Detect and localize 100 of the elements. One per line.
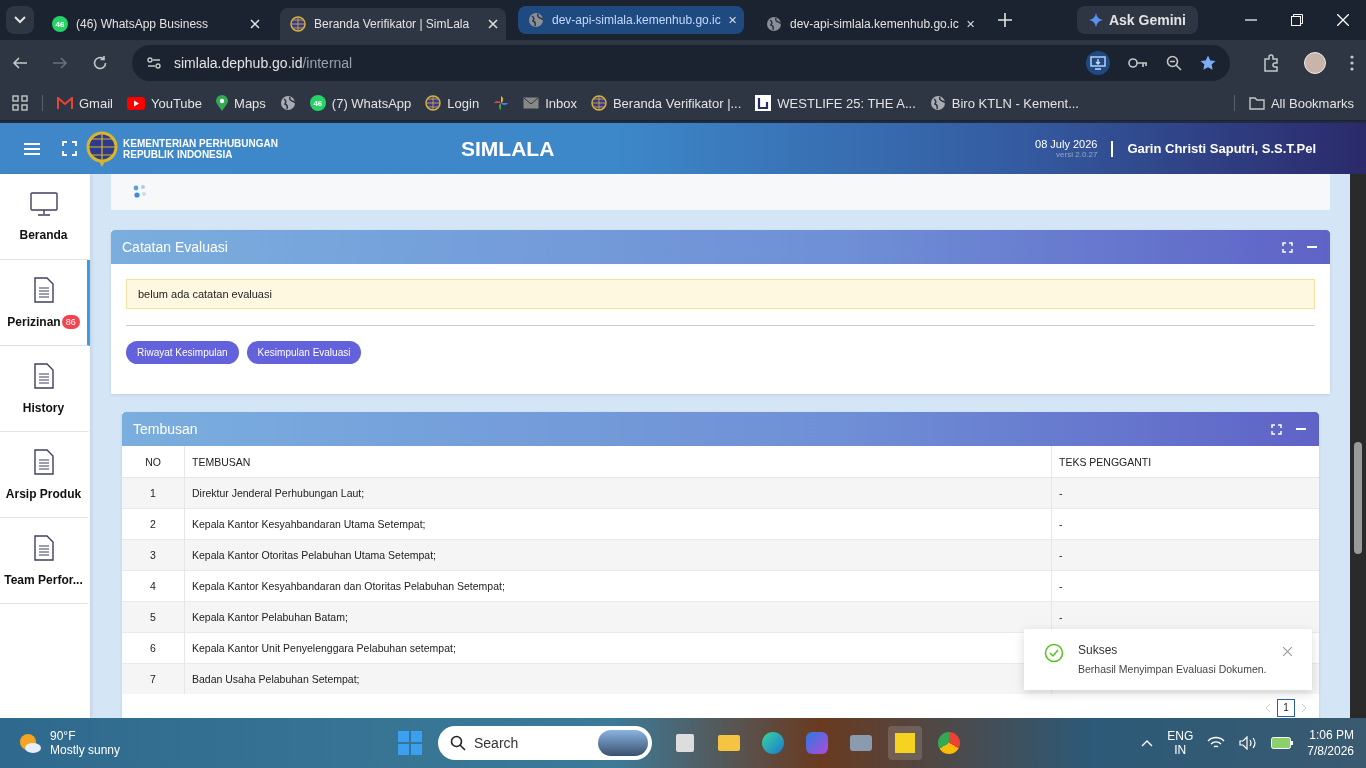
landscape-picture: [598, 730, 648, 756]
fullscreen-icon[interactable]: [1271, 423, 1282, 435]
apps-grid-icon[interactable]: [12, 95, 28, 111]
forward-icon[interactable]: [52, 55, 68, 71]
card-title: Tembusan: [133, 421, 199, 437]
all-bookmarks-button[interactable]: All Bookmarks: [1248, 95, 1354, 111]
start-icon[interactable]: [398, 731, 422, 755]
table-cell: 5: [122, 601, 185, 633]
toast-message: Berhasil Menyimpan Evaluasi Dokumen.: [1078, 663, 1268, 675]
bookmark[interactable]: Maps: [216, 95, 266, 111]
sidebar-label: Beranda: [19, 227, 68, 242]
bookmark[interactable]: Gmail: [57, 95, 113, 111]
table-cell: 7: [122, 663, 185, 694]
clock-time[interactable]: 1:06 PM: [1309, 728, 1354, 742]
zoom-icon[interactable]: [1166, 55, 1182, 71]
sun-cloud-icon: [18, 732, 42, 754]
wifi-icon[interactable]: [1207, 736, 1226, 750]
minimize-icon[interactable]: [1307, 245, 1317, 249]
sidebar-item[interactable]: Arsip Produk: [0, 432, 90, 518]
sparkle-icon: [1088, 13, 1103, 27]
table-cell: -: [1059, 549, 1063, 561]
table-cell: -: [1059, 611, 1063, 623]
bookmark[interactable]: 46 (7) WhatsApp: [309, 95, 412, 111]
action-button[interactable]: Riwayat Kesimpulan: [126, 341, 239, 364]
table-cell: -: [1059, 487, 1063, 499]
language-code[interactable]: ENG: [1167, 729, 1194, 743]
user-name[interactable]: Garin Christi Saputri, S.S.T.Pel: [1127, 141, 1316, 156]
browser-tab[interactable]: Beranda Verifikator | SimLala: [280, 8, 506, 40]
clock-date[interactable]: 7/8/2026: [1307, 744, 1354, 758]
table-cell: 4: [122, 570, 185, 602]
new-tab-icon[interactable]: [998, 13, 1012, 27]
map-pin-icon: [216, 95, 229, 111]
star-icon[interactable]: [1200, 55, 1216, 71]
speaker-icon[interactable]: [1239, 736, 1258, 750]
fullscreen-icon[interactable]: [1282, 241, 1293, 253]
ministry-name: KEMENTERIAN PERHUBUNGAN: [123, 137, 279, 149]
sidebar-item[interactable]: Perizinan 86: [0, 260, 90, 346]
version-text: versi 2.0.27: [1056, 150, 1098, 159]
globe-icon: [279, 95, 296, 111]
table-cell: 2: [122, 508, 185, 540]
table-cell: Direktur Jenderal Perhubungan Laut;: [184, 477, 1052, 509]
reload-icon[interactable]: [92, 55, 108, 71]
address-bar[interactable]: simlala.dephub.go.id/internal: [132, 45, 1230, 81]
logo-icon: [755, 95, 772, 111]
bookmark[interactable]: WESTLIFE 25: THE A...: [755, 95, 916, 111]
back-icon[interactable]: [12, 55, 28, 71]
bookmark[interactable]: [493, 95, 510, 111]
puzzle-icon[interactable]: [1262, 54, 1280, 72]
menu-icon[interactable]: [1350, 55, 1354, 71]
scrollbar[interactable]: [1350, 174, 1366, 718]
taskbar-search-field[interactable]: Search: [438, 726, 652, 760]
minimize-icon[interactable]: [1296, 427, 1306, 431]
sidebar-item[interactable]: Team Perfor...: [0, 518, 90, 604]
table-cell: Kepala Kantor Otoritas Pelabuhan Utama Setempat;: [184, 539, 1052, 571]
browser-tab[interactable]: 46 (46) WhatsApp Business: [42, 8, 268, 40]
column-header: TEMBUSAN: [184, 446, 1052, 478]
tab-search-button[interactable]: [6, 6, 34, 34]
sidebar-label: Arsip Produk: [5, 486, 82, 501]
table-cell: -: [1059, 580, 1063, 592]
empty-notes-message: belum ada catatan evaluasi: [126, 279, 1315, 309]
globe-emblem-icon: [290, 16, 306, 32]
browser-tab[interactable]: dev-api-simlala.kemenhub.go.ic: [518, 6, 744, 34]
restore-icon[interactable]: [1291, 14, 1303, 26]
toast-title: Sukses: [1078, 643, 1119, 657]
sidebar-item[interactable]: Beranda: [0, 174, 90, 260]
globe-emblem-icon: [425, 95, 442, 111]
document-icon: [33, 276, 54, 303]
envelope-icon: [57, 97, 73, 109]
bookmark[interactable]: Inbox: [523, 95, 577, 111]
region-code[interactable]: IN: [1174, 743, 1187, 757]
install-app-icon[interactable]: [1086, 51, 1110, 75]
sticky-note-icon[interactable]: [888, 726, 922, 760]
whatsapp-icon: 46: [52, 16, 68, 32]
table-cell: 3: [122, 539, 185, 571]
document-icon: [33, 534, 54, 561]
pinwheel-icon: [493, 95, 510, 111]
menu-icon[interactable]: [24, 141, 40, 156]
action-button[interactable]: Kesimpulan Evaluasi: [246, 341, 362, 364]
key-icon[interactable]: [1128, 57, 1148, 69]
fullscreen-icon[interactable]: [62, 141, 77, 156]
ask-gemini-button[interactable]: Ask Gemini: [1076, 6, 1198, 34]
chevron-up-icon[interactable]: [1141, 739, 1154, 747]
column-header: NO: [122, 446, 185, 478]
globe-emblem-icon: [590, 95, 607, 111]
bookmark[interactable]: Biro KTLN - Kement...: [929, 95, 1079, 111]
page-button[interactable]: 1: [1277, 699, 1295, 717]
loading-spinner-icon: [133, 185, 149, 199]
bookmark[interactable]: Login: [425, 95, 480, 111]
bookmark[interactable]: YouTube: [126, 95, 203, 111]
sidebar-label: History: [22, 400, 65, 415]
count-badge: 86: [61, 314, 80, 329]
battery-icon[interactable]: [1271, 737, 1294, 749]
app-title: SIMLALA: [461, 136, 556, 161]
profile-avatar[interactable]: [1304, 52, 1326, 74]
bookmark[interactable]: Beranda Verifikator |...: [590, 95, 742, 111]
search-icon: [450, 735, 466, 751]
whatsapp-icon: 46: [309, 95, 326, 111]
bookmark[interactable]: [279, 95, 296, 111]
browser-tab[interactable]: dev-api-simlala.kemenhub.go.ic: [756, 8, 982, 40]
sidebar-item[interactable]: History: [0, 346, 90, 432]
